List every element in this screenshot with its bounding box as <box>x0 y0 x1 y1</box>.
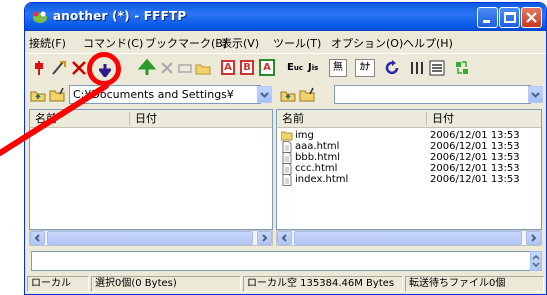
toolbar: A B A Euc Jis 無 ｶﾅ <box>25 52 546 86</box>
quick-connect-icon[interactable] <box>50 59 68 77</box>
kana-button[interactable]: ｶﾅ <box>355 59 375 77</box>
scroll-left-button[interactable] <box>277 231 292 245</box>
binary-mode-button[interactable]: B <box>240 60 254 75</box>
close-button[interactable] <box>521 7 542 28</box>
title-bar[interactable]: another (*) - FFFTP <box>25 3 546 31</box>
file-name: index.html <box>295 174 349 185</box>
scroll-thumb[interactable] <box>47 231 253 245</box>
log-scrollbar[interactable] <box>530 251 542 271</box>
euc-button[interactable]: Euc <box>287 60 305 75</box>
remote-path-input[interactable] <box>334 85 531 104</box>
chevron-down-icon <box>260 92 269 98</box>
local-col-name[interactable]: 名前 <box>30 110 130 128</box>
menu-bar: 接続(F) コマンド(C) ブックマーク(B) 表示(V) ツール(T) オプシ… <box>25 32 546 52</box>
download-arrow-icon <box>99 64 111 77</box>
minimize-icon <box>483 20 490 23</box>
no-conversion-label: 無 <box>333 62 343 73</box>
menu-help[interactable]: ヘルプ(H) <box>403 35 453 51</box>
spin-arrows-icon <box>532 254 540 268</box>
status-location: ローカル <box>27 276 89 292</box>
status-bar: ローカル 選択0個(0 Bytes) ローカル空 135384.46M Byte… <box>25 274 546 294</box>
sync-icon[interactable] <box>453 59 471 77</box>
remote-col-date[interactable]: 日付 <box>427 110 541 128</box>
scroll-right-button[interactable] <box>257 231 272 245</box>
file-icon <box>282 174 292 186</box>
new-folder-icon[interactable] <box>194 59 212 77</box>
minimize-button[interactable] <box>477 7 498 28</box>
euc-label: E <box>287 62 294 73</box>
local-path-dropdown[interactable] <box>257 86 272 103</box>
log-window[interactable] <box>31 251 539 271</box>
ascii-mode-button[interactable]: A <box>221 60 235 75</box>
local-up-folder-icon[interactable] <box>30 87 46 103</box>
list-view-icon[interactable] <box>408 59 426 77</box>
maximize-button[interactable] <box>499 7 520 28</box>
binary-label: B <box>243 62 251 73</box>
auto-mode-button[interactable]: A <box>259 59 275 76</box>
menu-options[interactable]: オプション(O) <box>331 35 403 51</box>
no-conversion-button[interactable]: 無 <box>329 59 347 77</box>
menu-tools[interactable]: ツール(T) <box>273 35 321 51</box>
status-selection: 選択0個(0 Bytes) <box>91 276 241 292</box>
local-open-folder-icon[interactable] <box>49 86 67 103</box>
scroll-left-button[interactable] <box>30 231 45 245</box>
refresh-icon[interactable] <box>383 59 401 77</box>
menu-bookmark[interactable]: ブックマーク(B) <box>145 35 227 51</box>
chevron-down-icon <box>531 92 540 98</box>
menu-view[interactable]: 表示(V) <box>221 35 259 51</box>
chevron-left-icon <box>34 234 40 242</box>
list-item[interactable]: index.html 2006/12/01 13:53 <box>277 174 541 186</box>
connect-icon[interactable] <box>30 59 48 77</box>
upload-arrow-icon[interactable] <box>138 59 156 77</box>
maximize-icon <box>504 12 516 23</box>
local-file-list[interactable]: 名前 日付 <box>29 109 273 230</box>
ascii-label: A <box>224 62 232 73</box>
local-col-date[interactable]: 日付 <box>130 110 272 128</box>
kana-label: ｶﾅ <box>360 62 370 73</box>
disconnect-icon[interactable] <box>70 59 88 77</box>
chevron-right-icon <box>262 234 268 242</box>
chevron-right-icon <box>531 234 537 242</box>
jis-button[interactable]: Jis <box>308 60 326 75</box>
ffftp-window: another (*) - FFFTP 接続(F) コマンド(C) ブックマーク… <box>24 2 547 295</box>
close-icon <box>526 12 537 23</box>
remote-file-list[interactable]: 名前 日付 img 2006/12/01 13:53 aaa.html 2006… <box>276 109 542 230</box>
scroll-right-button[interactable] <box>526 231 541 245</box>
remote-col-name[interactable]: 名前 <box>277 110 427 128</box>
local-hscrollbar[interactable] <box>29 230 273 246</box>
remote-path-dropdown[interactable] <box>528 86 543 103</box>
download-button[interactable] <box>87 52 121 86</box>
window-title: another (*) - FFFTP <box>53 9 187 23</box>
remote-hscrollbar[interactable] <box>276 230 542 246</box>
menu-connect[interactable]: 接続(F) <box>29 35 66 51</box>
auto-label: A <box>263 62 271 73</box>
file-date: 2006/12/01 13:53 <box>430 174 520 185</box>
status-queue: 転送待ちファイル0個 <box>405 276 544 292</box>
menu-command[interactable]: コマンド(C) <box>83 35 143 51</box>
details-view-icon[interactable] <box>428 59 446 77</box>
remote-up-folder-icon[interactable] <box>280 87 296 103</box>
chevron-left-icon <box>281 234 287 242</box>
status-free-space: ローカル空 135384.46M Bytes <box>243 276 403 292</box>
delete-icon[interactable] <box>158 59 176 77</box>
rename-icon[interactable] <box>176 59 194 77</box>
scroll-thumb[interactable] <box>294 231 522 245</box>
local-path-input[interactable]: C:¥Documents and Settings¥ <box>69 85 261 104</box>
remote-open-folder-icon[interactable] <box>299 86 317 103</box>
ffftp-app-icon <box>33 11 47 23</box>
